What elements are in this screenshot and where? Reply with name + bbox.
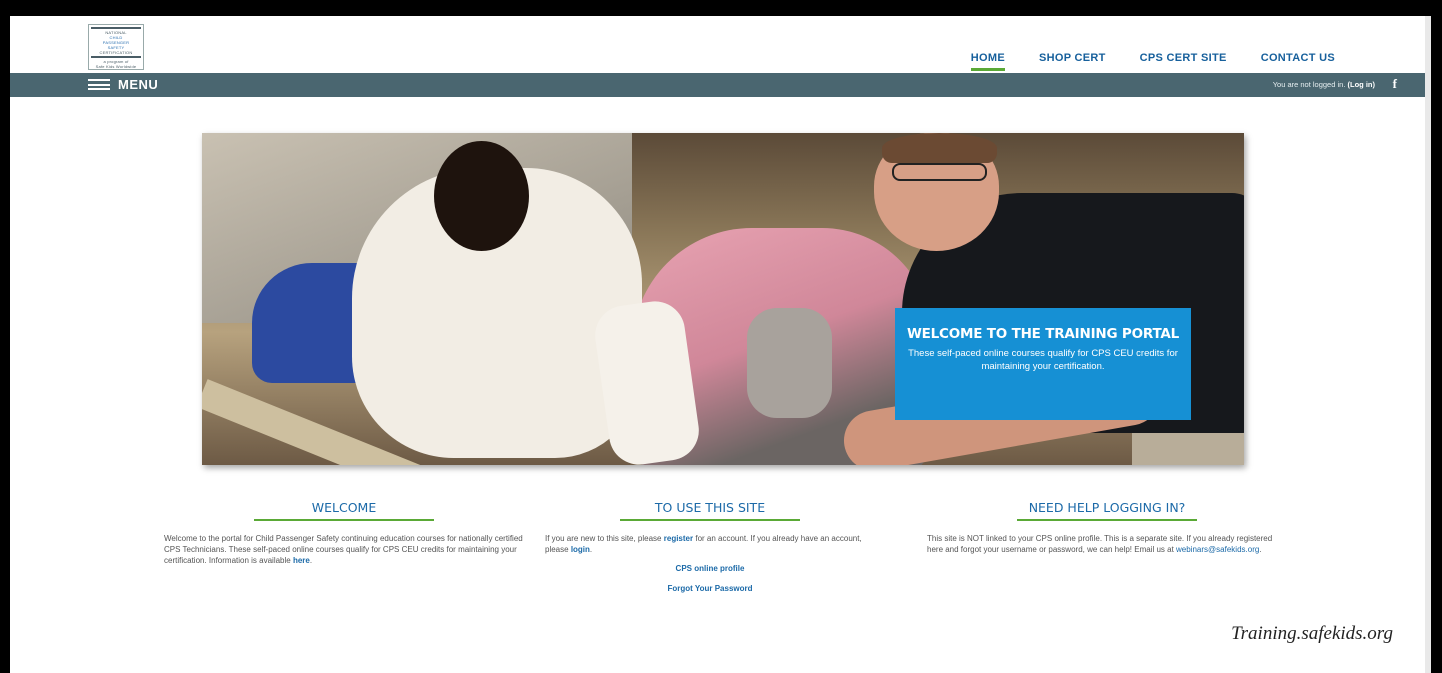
hero-callout: WELCOME TO THE TRAINING PORTAL These sel… — [895, 308, 1191, 420]
here-link[interactable]: here — [293, 556, 310, 565]
punctuation: . — [1259, 545, 1262, 554]
use-site-links: CPS online profile Forgot Your Password — [545, 563, 875, 594]
menu-toggle-button[interactable]: MENU — [88, 77, 158, 92]
menu-label: MENU — [118, 77, 159, 92]
use-site-text: If you are new to this site, please regi… — [545, 533, 875, 555]
menu-bar: MENU You are not logged in. (Log in) f — [10, 73, 1425, 97]
welcome-text: Welcome to the portal for Child Passenge… — [164, 533, 524, 566]
hamburger-icon — [88, 79, 110, 90]
nav-home[interactable]: HOME — [970, 52, 1006, 71]
cps-online-profile-link[interactable]: CPS online profile — [545, 563, 875, 574]
help-text: This site is NOT linked to your CPS onli… — [927, 533, 1287, 555]
welcome-title: WELCOME — [164, 501, 524, 521]
scrollbar[interactable] — [1425, 16, 1431, 673]
login-status-text: You are not logged in. — [1272, 80, 1346, 89]
site-logo[interactable]: NATIONAL CHILD PASSENGER SAFETY CERTIFIC… — [88, 24, 144, 70]
logo-line: Safe Kids Worldwide — [95, 63, 137, 69]
site-header: NATIONAL CHILD PASSENGER SAFETY CERTIFIC… — [10, 16, 1425, 73]
facebook-icon[interactable]: f — [1393, 76, 1397, 92]
forgot-password-link[interactable]: Forgot Your Password — [545, 583, 875, 594]
logo-line: CERTIFICATION — [99, 49, 133, 55]
welcome-column: WELCOME Welcome to the portal for Child … — [164, 501, 524, 566]
help-title: NEED HELP LOGGING IN? — [927, 501, 1287, 521]
help-column: NEED HELP LOGGING IN? This site is NOT l… — [927, 501, 1287, 555]
nav-contact-us[interactable]: CONTACT US — [1261, 52, 1335, 69]
logo-rule — [91, 55, 141, 58]
hero-text: These self-paced online courses qualify … — [908, 348, 1178, 372]
hero-title: WELCOME TO THE TRAINING PORTAL — [906, 326, 1180, 342]
nav-shop-cert[interactable]: SHOP CERT — [1039, 52, 1106, 69]
nav-cps-cert-site[interactable]: CPS CERT SITE — [1140, 52, 1227, 69]
hero-banner: WELCOME TO THE TRAINING PORTAL These sel… — [202, 133, 1244, 465]
login-status: You are not logged in. (Log in) — [1273, 80, 1375, 89]
punctuation: . — [309, 556, 313, 565]
site-caption: Training.safekids.org — [1231, 623, 1393, 644]
use-site-body-1: If you are new to this site, please — [545, 534, 662, 543]
login-link[interactable]: (Log in) — [1348, 80, 1376, 89]
register-link[interactable]: register — [664, 534, 693, 543]
use-site-column: TO USE THIS SITE If you are new to this … — [545, 501, 875, 603]
welcome-body: Welcome to the portal for Child Passenge… — [164, 534, 523, 565]
email-link[interactable]: webinars@safekids.org — [1176, 545, 1259, 554]
logo-rule — [91, 26, 141, 29]
login-inline-link[interactable]: login — [571, 545, 590, 554]
use-site-title: TO USE THIS SITE — [545, 501, 875, 521]
top-nav: HOME SHOP CERT CPS CERT SITE CONTACT US — [970, 52, 1335, 71]
punctuation: . — [589, 545, 593, 554]
browser-page: NATIONAL CHILD PASSENGER SAFETY CERTIFIC… — [10, 16, 1431, 673]
